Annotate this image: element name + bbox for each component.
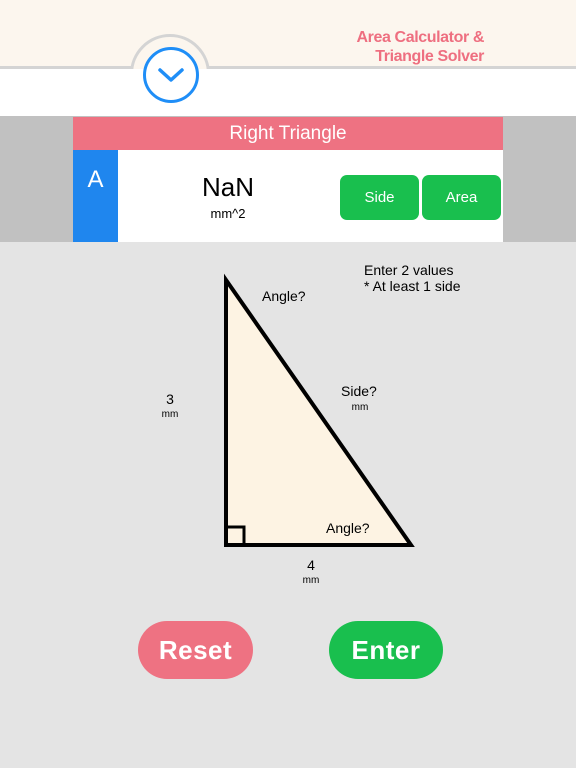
triangle-diagram <box>224 273 415 547</box>
hypotenuse-unit: mm <box>351 402 369 413</box>
reset-button[interactable]: Reset <box>138 621 253 679</box>
left-side-unit: mm <box>161 409 179 420</box>
bottom-side-unit: mm <box>302 575 320 586</box>
bottom-side-value[interactable]: 4 <box>305 557 317 573</box>
bottom-angle-input[interactable]: Angle? <box>326 520 370 536</box>
left-side-value[interactable]: 3 <box>164 391 176 407</box>
triangle-shape <box>224 273 415 547</box>
enter-button[interactable]: Enter <box>329 621 443 679</box>
top-angle-input[interactable]: Angle? <box>262 288 306 304</box>
hypotenuse-input[interactable]: Side? <box>341 383 377 399</box>
